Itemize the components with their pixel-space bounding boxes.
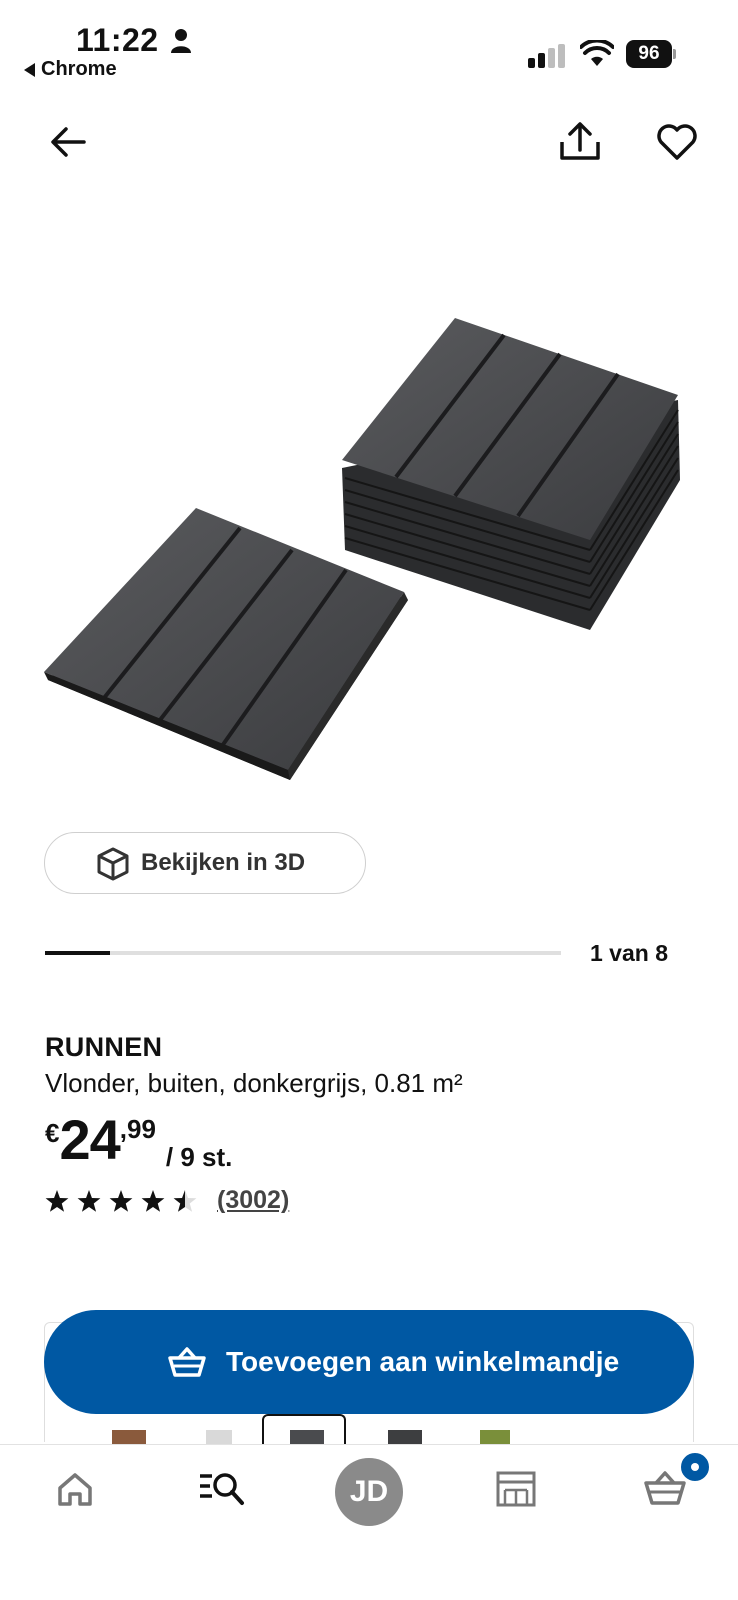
wifi-icon — [580, 40, 614, 66]
price-currency: € — [45, 1118, 60, 1148]
variant-swatch[interactable] — [206, 1430, 232, 1444]
share-icon[interactable] — [558, 120, 602, 164]
person-icon — [171, 29, 191, 53]
battery-level: 96 — [626, 40, 672, 68]
cart-badge — [678, 1450, 712, 1484]
rating-stars — [45, 1189, 197, 1212]
basket-icon — [168, 1347, 206, 1377]
back-to-app[interactable]: Chrome — [24, 58, 117, 81]
rating-star — [109, 1189, 133, 1212]
rating-star — [77, 1189, 101, 1212]
rating-star — [173, 1189, 197, 1212]
stacked-tiles — [342, 318, 680, 630]
rating-star — [141, 1189, 165, 1212]
variant-swatch[interactable] — [480, 1430, 510, 1444]
back-app-label: Chrome — [41, 58, 117, 80]
rooms-icon[interactable] — [495, 1470, 537, 1508]
add-to-cart-button[interactable]: Toevoegen aan winkelmandje — [44, 1310, 694, 1414]
product-price: € 24 ,99 / 9 st. — [45, 1112, 232, 1173]
status-time: 11:22 — [76, 22, 159, 58]
rating-star — [45, 1189, 69, 1212]
search-icon[interactable] — [198, 1468, 246, 1508]
product-rating[interactable]: (3002) — [45, 1186, 289, 1215]
heart-icon[interactable] — [656, 122, 698, 162]
product-image — [44, 318, 680, 780]
product-description: Vlonder, buiten, donkergrijs, 0.81 m² — [45, 1068, 463, 1098]
variant-swatch[interactable] — [112, 1430, 146, 1444]
variant-swatch[interactable] — [290, 1430, 324, 1444]
profile-avatar[interactable]: JD — [335, 1458, 403, 1526]
arrow-left-icon[interactable] — [48, 122, 88, 162]
price-unit: / 9 st. — [165, 1142, 233, 1172]
gallery-progress — [45, 951, 561, 955]
product-name: RUNNEN — [45, 1032, 163, 1062]
add-to-cart-label: Toevoegen aan winkelmandje — [226, 1346, 620, 1377]
rating-count[interactable]: (3002) — [217, 1186, 289, 1215]
variant-swatch[interactable] — [388, 1430, 422, 1444]
cube-icon — [97, 847, 129, 881]
view-3d-button[interactable]: Bekijken in 3D — [44, 832, 366, 894]
back-triangle-icon — [24, 62, 35, 77]
price-integer: 24 — [59, 1108, 120, 1171]
home-icon[interactable] — [56, 1470, 94, 1508]
price-decimal: ,99 — [119, 1114, 156, 1144]
signal-icon — [528, 44, 565, 68]
gallery-progress-fill — [45, 951, 110, 955]
gallery-position: 1 van 8 — [590, 940, 668, 966]
cart-badge-dot — [691, 1463, 699, 1471]
view-3d-label: Bekijken in 3D — [141, 849, 306, 876]
battery-icon: 96 — [626, 40, 676, 68]
